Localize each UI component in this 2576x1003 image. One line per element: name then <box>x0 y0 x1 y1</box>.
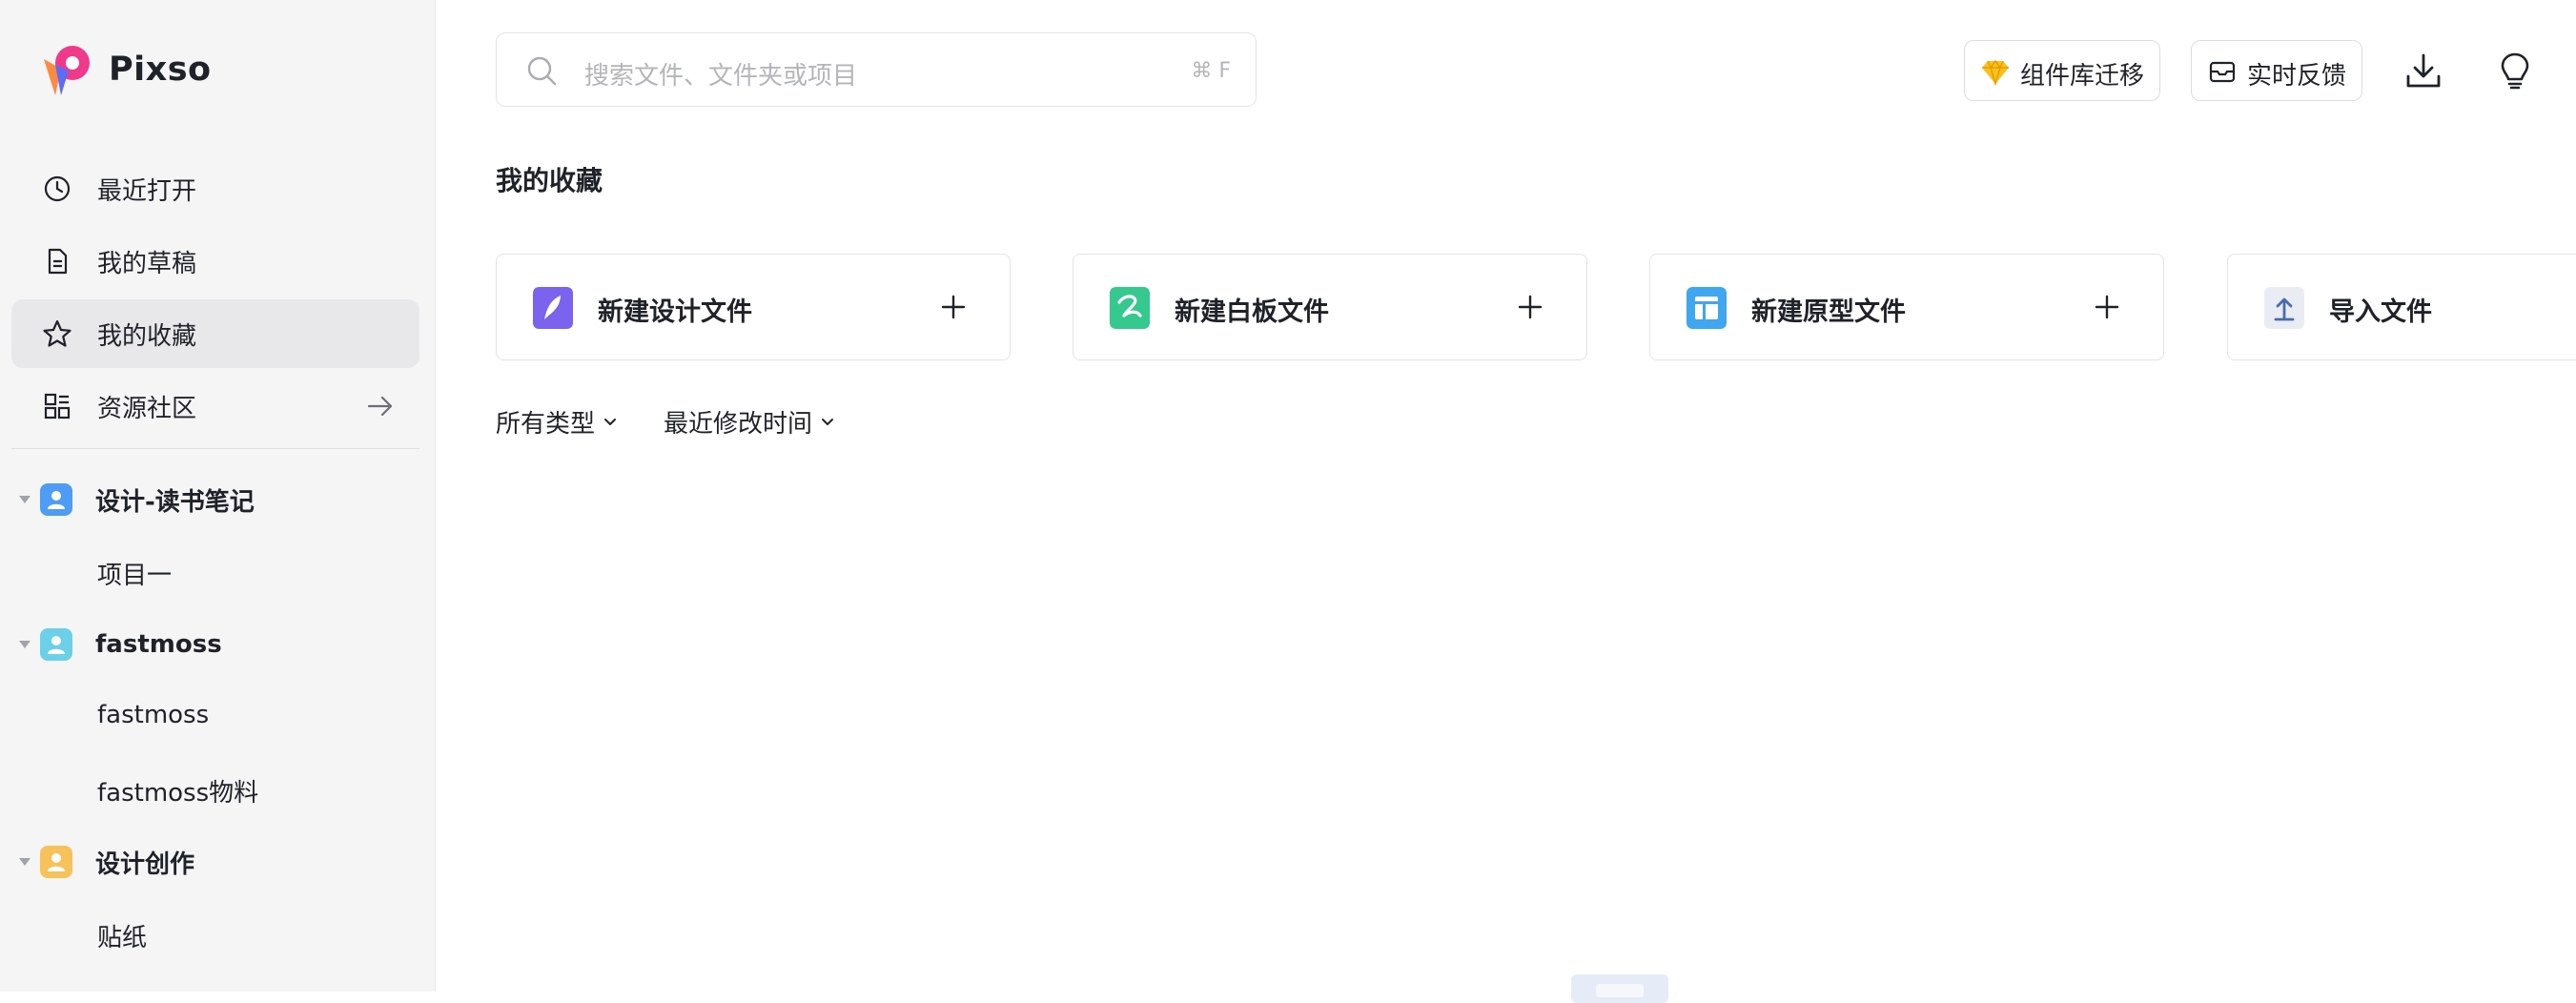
team-design-creation[interactable]: 设计创作 <box>0 833 435 890</box>
clock-icon <box>44 175 71 202</box>
app-name: Pixso <box>109 51 212 89</box>
new-whiteboard-file-card[interactable]: 新建白板文件 <box>1073 254 1587 360</box>
plus-icon <box>1518 295 1543 319</box>
team-avatar <box>40 846 72 878</box>
grid-icon <box>44 393 71 420</box>
component-migrate-button[interactable]: 组件库迁移 <box>1964 40 2160 101</box>
new-prototype-file-card[interactable]: 新建原型文件 <box>1649 254 2164 360</box>
team-design-reading-notes[interactable]: 设计-读书笔记 <box>0 471 435 528</box>
project-item[interactable]: fastmoss物料 <box>97 773 258 809</box>
nav-item-label: 最近打开 <box>97 176 197 206</box>
arrow-right-icon <box>367 396 393 417</box>
search-placeholder: 搜索文件、文件夹或项目 <box>584 62 858 91</box>
sidebar: Pixso 最近打开 我的草稿 我的收藏 资源社区 设计-读书笔记 项目一 fa… <box>0 0 436 992</box>
user-icon <box>48 853 65 871</box>
type-filter-dropdown[interactable]: 所有类型 <box>496 404 618 440</box>
caret-down-icon[interactable] <box>19 858 31 866</box>
project-item[interactable]: 贴纸 <box>97 918 147 953</box>
nav-item-recent[interactable]: 最近打开 <box>11 154 419 223</box>
design-file-icon <box>533 287 573 329</box>
team-avatar <box>40 628 72 661</box>
whiteboard-file-icon <box>1110 287 1150 329</box>
team-label: fastmoss <box>95 630 222 659</box>
card-label: 导入文件 <box>2329 297 2432 327</box>
card-label: 新建原型文件 <box>1751 297 1906 327</box>
nav-item-label: 资源社区 <box>97 394 197 423</box>
chevron-down-icon <box>822 418 834 425</box>
user-icon <box>48 491 65 509</box>
feedback-button[interactable]: 实时反馈 <box>2191 40 2362 101</box>
import-file-icon <box>2264 287 2304 329</box>
user-icon <box>48 636 65 654</box>
team-fastmoss[interactable]: fastmoss <box>0 616 435 673</box>
plus-icon <box>2095 295 2119 319</box>
nav-item-favorites[interactable]: 我的收藏 <box>11 299 419 368</box>
inbox-icon <box>2209 61 2236 83</box>
nav-item-label: 我的收藏 <box>97 321 197 351</box>
caret-down-icon[interactable] <box>19 641 31 648</box>
import-file-card[interactable]: 导入文件 <box>2227 254 2576 360</box>
pixso-logo-icon <box>40 42 95 97</box>
search-icon <box>527 56 557 86</box>
team-avatar <box>40 483 72 516</box>
component-migrate-label: 组件库迁移 <box>2020 62 2145 91</box>
feedback-label: 实时反馈 <box>2247 62 2347 91</box>
sidebar-divider <box>11 448 419 449</box>
search-input[interactable]: 搜索文件、文件夹或项目 ⌘ F <box>496 32 1257 107</box>
new-design-file-card[interactable]: 新建设计文件 <box>496 254 1011 360</box>
project-item[interactable]: 项目一 <box>97 556 172 591</box>
sort-dropdown[interactable]: 最近修改时间 <box>664 404 835 440</box>
caret-down-icon[interactable] <box>19 496 31 503</box>
star-icon <box>43 319 72 347</box>
page-title: 我的收藏 <box>496 165 603 196</box>
nav-item-label: 我的草稿 <box>97 249 197 278</box>
plus-icon <box>941 295 966 319</box>
project-item[interactable]: fastmoss <box>97 701 209 729</box>
nav-item-community[interactable]: 资源社区 <box>11 372 419 440</box>
type-filter-label: 所有类型 <box>496 410 596 439</box>
nav-item-drafts[interactable]: 我的草稿 <box>11 227 419 296</box>
team-label: 设计-读书笔记 <box>95 487 255 517</box>
search-shortcut: ⌘ F <box>1191 59 1231 83</box>
chevron-down-icon <box>604 418 617 425</box>
sort-label: 最近修改时间 <box>664 410 813 439</box>
lightbulb-icon[interactable] <box>2494 50 2536 92</box>
draft-icon <box>48 248 68 275</box>
card-label: 新建白板文件 <box>1175 297 1329 327</box>
card-label: 新建设计文件 <box>598 297 752 327</box>
empty-state-illustration <box>1571 974 1668 1003</box>
diamond-icon <box>1982 59 2009 87</box>
prototype-file-icon <box>1687 287 1727 329</box>
team-label: 设计创作 <box>95 849 195 879</box>
pixso-logo[interactable]: Pixso <box>40 42 212 97</box>
download-icon[interactable] <box>2402 50 2444 92</box>
